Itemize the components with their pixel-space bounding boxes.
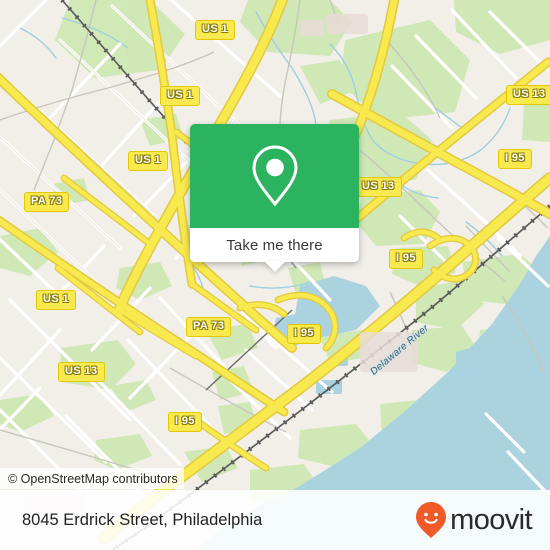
road-shield-us13-c: US 13 (506, 85, 550, 105)
road-shield-us1-d: US 1 (36, 290, 77, 310)
callout-action-panel[interactable]: Take me there (190, 228, 359, 272)
bottom-info-bar: 8045 Erdrick Street, Philadelphia moovit (0, 490, 550, 550)
road-shield-i95-d: I 95 (389, 249, 423, 269)
moovit-wordmark: moovit (450, 503, 532, 536)
road-shield-i95-a: I 95 (168, 412, 202, 432)
map-pin-icon (251, 145, 298, 207)
take-me-there-label: Take me there (226, 236, 323, 254)
road-shield-pa73-a: PA 73 (24, 192, 70, 212)
callout-pointer-tail (263, 261, 286, 272)
road-shield-us1-c: US 1 (128, 151, 169, 171)
road-shield-us13-a: US 13 (58, 362, 105, 382)
callout-image-panel (190, 124, 359, 228)
road-shield-us1-b: US 1 (160, 86, 201, 106)
moovit-logo[interactable]: moovit (415, 501, 533, 539)
road-shield-us13-b: US 13 (355, 177, 402, 197)
map-screenshot: US 1 US 1 US 1 PA 73 US 1 PA 73 US 13 I … (0, 0, 550, 550)
road-shield-i95-b: I 95 (287, 324, 321, 344)
moovit-pin-icon (416, 502, 447, 538)
road-shield-i95-c: I 95 (498, 149, 532, 169)
location-callout-card[interactable]: Take me there (190, 124, 359, 272)
osm-attribution[interactable]: © OpenStreetMap contributors (0, 468, 184, 489)
road-shield-us1-a: US 1 (195, 20, 236, 40)
address-label: 8045 Erdrick Street, Philadelphia (22, 510, 263, 529)
road-shield-pa73-b: PA 73 (186, 317, 232, 337)
